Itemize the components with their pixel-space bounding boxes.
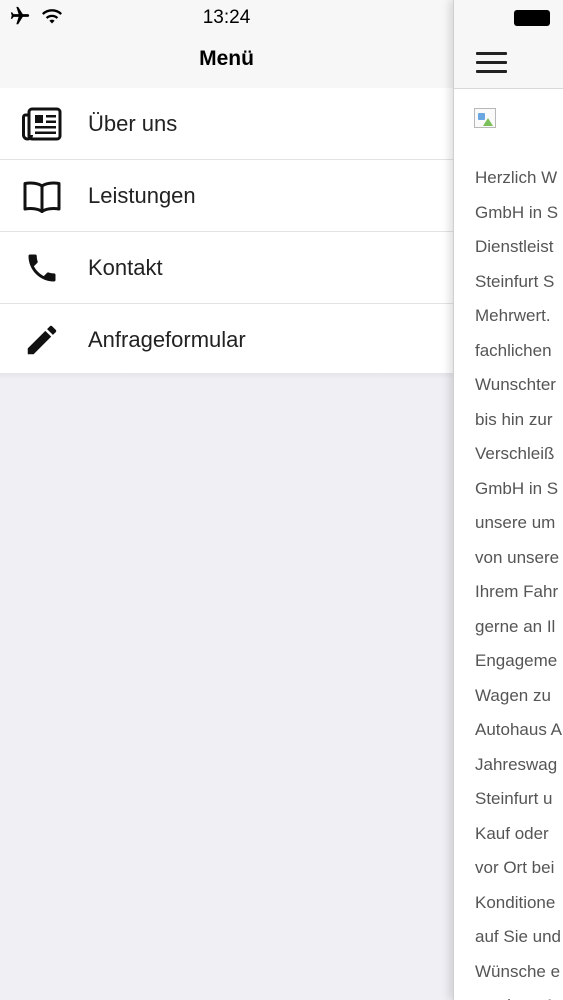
text-line: Jahreswag [475, 754, 558, 774]
text-line: auf Sie und [475, 927, 562, 946]
menu-item-anfrageformular[interactable]: Anfrageformular [0, 304, 453, 376]
status-time: 13:24 [202, 7, 251, 28]
text-line: Steinfurt u [475, 789, 553, 808]
text-line: Dienstleist [475, 237, 554, 256]
text-line: Mehrwert. [475, 306, 551, 325]
phone-icon [20, 248, 64, 288]
content-text: Herzlich W GmbH in S Dienstleist Steinfu… [475, 161, 562, 1000]
text-line: unsere um [475, 513, 556, 532]
text-line: Steinfurt S [475, 271, 555, 291]
text-line: Engageme [475, 651, 558, 670]
menu-item-label: Kontakt [88, 254, 163, 280]
text-line: Ihrem Fahr [475, 582, 559, 601]
text-line: machen. A [475, 989, 562, 1000]
text-line: Wünsche e [475, 961, 561, 981]
content-status-bar [454, 0, 563, 36]
pencil-icon [20, 320, 64, 360]
battery-icon [514, 10, 550, 26]
menu-divider [0, 373, 453, 379]
newspaper-icon [20, 104, 64, 144]
menu-list: Über uns Leistungen Kontakt Anfrageformu… [0, 88, 453, 376]
text-line: Konditione [475, 892, 556, 912]
text-line: GmbH in S [475, 478, 559, 498]
menu-title: Menü [199, 47, 254, 70]
text-line: Herzlich W [475, 168, 558, 187]
text-line: gerne an Il [475, 616, 556, 636]
text-line: Verschleiß [475, 444, 555, 463]
menu-item-label: Anfrageformular [88, 326, 246, 352]
content-panel[interactable]: Herzlich W GmbH in S Dienstleist Steinfu… [453, 0, 563, 1000]
menu-item-label: Über uns [88, 110, 178, 136]
text-line: Wagen zu [475, 685, 551, 705]
book-icon [20, 176, 64, 216]
text-line: fachlichen [475, 340, 552, 360]
text-line: bis hin zur [475, 409, 553, 429]
text-line: Autohaus A [475, 720, 562, 739]
content-header [454, 36, 563, 89]
status-bar: 13:24 [0, 0, 453, 36]
text-line: von unsere [475, 547, 560, 567]
menu-header: Menü [0, 36, 453, 89]
menu-item-label: Leistungen [88, 182, 196, 208]
text-line: vor Ort bei [475, 858, 555, 877]
broken-image-icon [474, 108, 496, 128]
text-line: GmbH in S [475, 202, 559, 222]
menu-item-ueber-uns[interactable]: Über uns [0, 88, 453, 160]
menu-item-leistungen[interactable]: Leistungen [0, 160, 453, 232]
text-line: Wunschter [475, 375, 556, 394]
text-line: Kauf oder [475, 823, 549, 843]
hamburger-menu-icon[interactable] [476, 44, 508, 78]
app-screen: 13:24 Menü Über uns Leistungen Kontakt A… [0, 0, 563, 1000]
menu-item-kontakt[interactable]: Kontakt [0, 232, 453, 304]
